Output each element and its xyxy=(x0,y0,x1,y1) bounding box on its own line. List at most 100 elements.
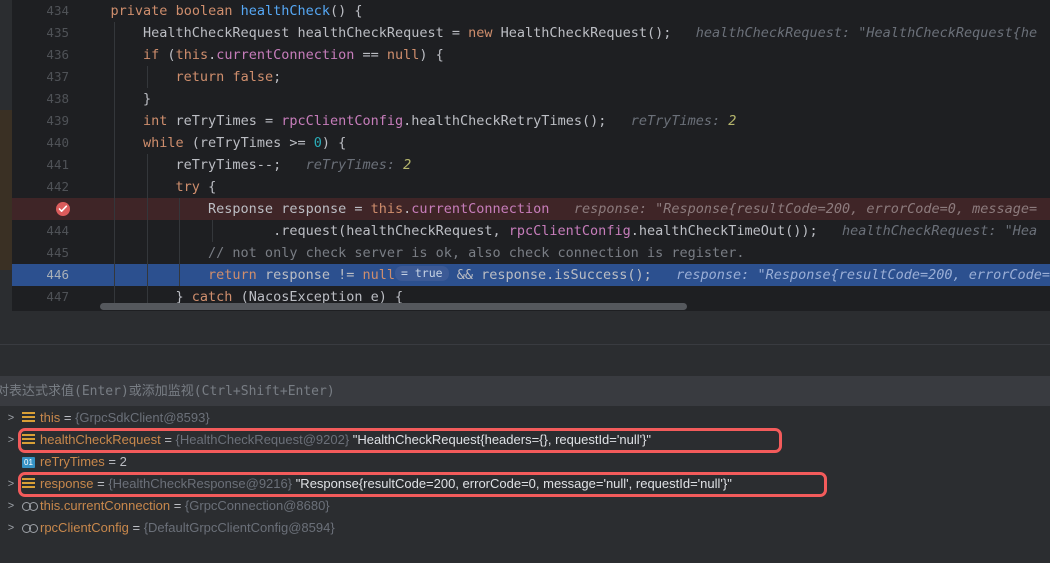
variable-equals: = xyxy=(160,432,176,447)
variable-row[interactable]: > healthCheckRequest = {HealthCheckReques… xyxy=(0,429,1050,451)
variable-row[interactable]: > rpcClientConfig = {DefaultGrpcClientCon… xyxy=(0,517,1050,539)
variable-equals: = xyxy=(104,454,120,469)
editor-line[interactable]: 441 reTryTimes--; reTryTimes: 2 xyxy=(12,154,1050,176)
editor-line[interactable]: 437 return false; xyxy=(12,66,1050,88)
code-token: HealthCheckRequest healthCheckRequest = xyxy=(78,25,469,41)
expand-chevron-icon[interactable]: > xyxy=(5,517,17,539)
code-token: null xyxy=(386,47,420,63)
vcs-change-marker[interactable] xyxy=(0,110,12,270)
hint-spacer xyxy=(652,267,676,283)
variable-name: reTryTimes xyxy=(40,454,105,469)
expand-chevron-icon[interactable]: > xyxy=(5,473,17,495)
variable-name: healthCheckRequest xyxy=(40,432,161,447)
editor-line[interactable]: 436 if (this.currentConnection == null) … xyxy=(12,44,1050,66)
evaluate-expression-input[interactable]: 对表达式求值(Enter)或添加监视(Ctrl+Shift+Enter) xyxy=(0,377,1050,407)
line-content: reTryTimes--; reTryTimes: 2 xyxy=(78,154,412,176)
editor-line[interactable]: 445 // not only check server is ok, also… xyxy=(12,242,1050,264)
inline-hint-label[interactable]: healthCheckRequest: xyxy=(696,25,859,41)
inline-hint-label[interactable]: response: xyxy=(574,201,655,217)
inline-hint-value[interactable]: "Response{resultCode=200, errorCode=0, m… xyxy=(655,201,1037,217)
variable-name: response xyxy=(40,476,94,491)
variable-value: "HealthCheckRequest{headers={}, requestI… xyxy=(349,432,652,447)
variable-row[interactable]: > this.currentConnection = {GrpcConnectio… xyxy=(0,495,1050,517)
inline-hint-value[interactable]: 2 xyxy=(728,113,736,129)
variable-name: this xyxy=(40,410,61,425)
variable-equals: = xyxy=(60,410,76,425)
variable-text: rpcClientConfig = {DefaultGrpcClientConf… xyxy=(40,517,335,539)
inline-hint-label[interactable]: reTryTimes: xyxy=(631,113,729,129)
line-content: // not only check server is ok, also che… xyxy=(78,242,744,264)
editor-hscrollbar-track[interactable] xyxy=(66,303,1050,310)
code-token: HealthCheckRequest(); xyxy=(492,25,672,41)
debug-toolbar-upper xyxy=(0,311,1050,345)
inline-value-badge[interactable]: = true xyxy=(395,266,449,281)
code-token: .request(healthCheckRequest, xyxy=(78,223,509,239)
expand-chevron-icon[interactable]: > xyxy=(5,495,17,517)
variable-equals: = xyxy=(93,476,109,491)
editor-line[interactable]: 438 } xyxy=(12,88,1050,110)
variable-text: this.currentConnection = {GrpcConnection… xyxy=(40,495,330,517)
inline-hint-label[interactable]: healthCheckRequest: xyxy=(842,223,1005,239)
variable-text: response = {HealthCheckResponse@9216} "R… xyxy=(40,473,732,495)
code-editor[interactable]: 434 private boolean healthCheck() {435 H… xyxy=(0,0,1050,311)
line-number: 444 xyxy=(46,223,69,238)
code-token: == xyxy=(354,47,387,63)
variable-row[interactable]: > response = {HealthCheckResponse@9216} "… xyxy=(0,473,1050,495)
code-token: false xyxy=(232,69,274,85)
breakpoint-checked-icon[interactable] xyxy=(56,202,70,216)
code-token: . xyxy=(208,47,217,63)
variable-row[interactable]: > this = {GrpcSdkClient@8593} xyxy=(0,407,1050,429)
line-number: 435 xyxy=(46,25,69,40)
inline-hint-label[interactable]: reTryTimes: xyxy=(306,157,404,173)
code-token: this xyxy=(370,201,404,217)
inline-hint-label[interactable]: response: xyxy=(676,267,757,283)
line-content: return false; xyxy=(78,66,282,88)
expand-chevron-icon[interactable]: > xyxy=(5,407,17,429)
editor-line[interactable]: 439 int reTryTimes = rpcClientConfig.hea… xyxy=(12,110,1050,132)
line-number: 437 xyxy=(46,69,69,84)
inline-hint-value[interactable]: 2 xyxy=(403,157,411,173)
code-token: this xyxy=(175,47,209,63)
variable-row[interactable]: 01 reTryTimes = 2 xyxy=(0,451,1050,473)
variable-reference: {HealthCheckResponse@9216} xyxy=(108,476,293,491)
code-token: response != xyxy=(256,267,363,283)
variable-reference: {GrpcConnection@8680} xyxy=(184,498,330,513)
code-token: private xyxy=(110,3,168,19)
variable-reference: {GrpcSdkClient@8593} xyxy=(75,410,210,425)
code-token: int xyxy=(143,113,168,129)
variables-panel[interactable]: > this = {GrpcSdkClient@8593} > healthCheck… xyxy=(0,407,1050,563)
editor-line[interactable]: 440 while (reTryTimes >= 0) { xyxy=(12,132,1050,154)
debug-toolbar-lower xyxy=(0,345,1050,377)
editor-hscrollbar-thumb[interactable] xyxy=(100,303,687,310)
variable-value: "Response{resultCode=200, errorCode=0, m… xyxy=(292,476,732,491)
code-token: } xyxy=(78,91,152,107)
variable-text: reTryTimes = 2 xyxy=(40,451,127,473)
editor-line[interactable]: 435 HealthCheckRequest healthCheckReques… xyxy=(12,22,1050,44)
line-number: 446 xyxy=(46,267,69,282)
editor-line[interactable]: 446 return response != null = true && res… xyxy=(12,264,1050,286)
code-token: return xyxy=(175,69,225,85)
code-token: if xyxy=(143,47,160,63)
line-number: 436 xyxy=(46,47,69,62)
inline-hint-value[interactable]: "Response{resultCode=200, errorCode= xyxy=(757,267,1050,283)
code-token: reTryTimes--; xyxy=(78,157,282,173)
expand-chevron-icon[interactable]: > xyxy=(5,429,17,451)
code-token: ; xyxy=(273,69,282,85)
variable-text: healthCheckRequest = {HealthCheckRequest… xyxy=(40,429,651,451)
variable-value: 2 xyxy=(119,454,127,469)
editor-line[interactable]: 442 try { xyxy=(12,176,1050,198)
editor-line[interactable]: 434 private boolean healthCheck() { xyxy=(12,0,1050,22)
inline-hint-value[interactable]: "Hea xyxy=(1005,223,1038,239)
line-number: 439 xyxy=(46,113,69,128)
editor-line[interactable]: Response response = this.currentConnecti… xyxy=(12,198,1050,220)
inline-hint-value[interactable]: "HealthCheckRequest{he xyxy=(858,25,1037,41)
code-token: .healthCheckRetryTimes(); xyxy=(403,113,607,129)
code-token: ( xyxy=(159,47,176,63)
code-token: .healthCheckTimeOut()); xyxy=(630,223,818,239)
editor-line[interactable]: 444 .request(healthCheckRequest, rpcClie… xyxy=(12,220,1050,242)
